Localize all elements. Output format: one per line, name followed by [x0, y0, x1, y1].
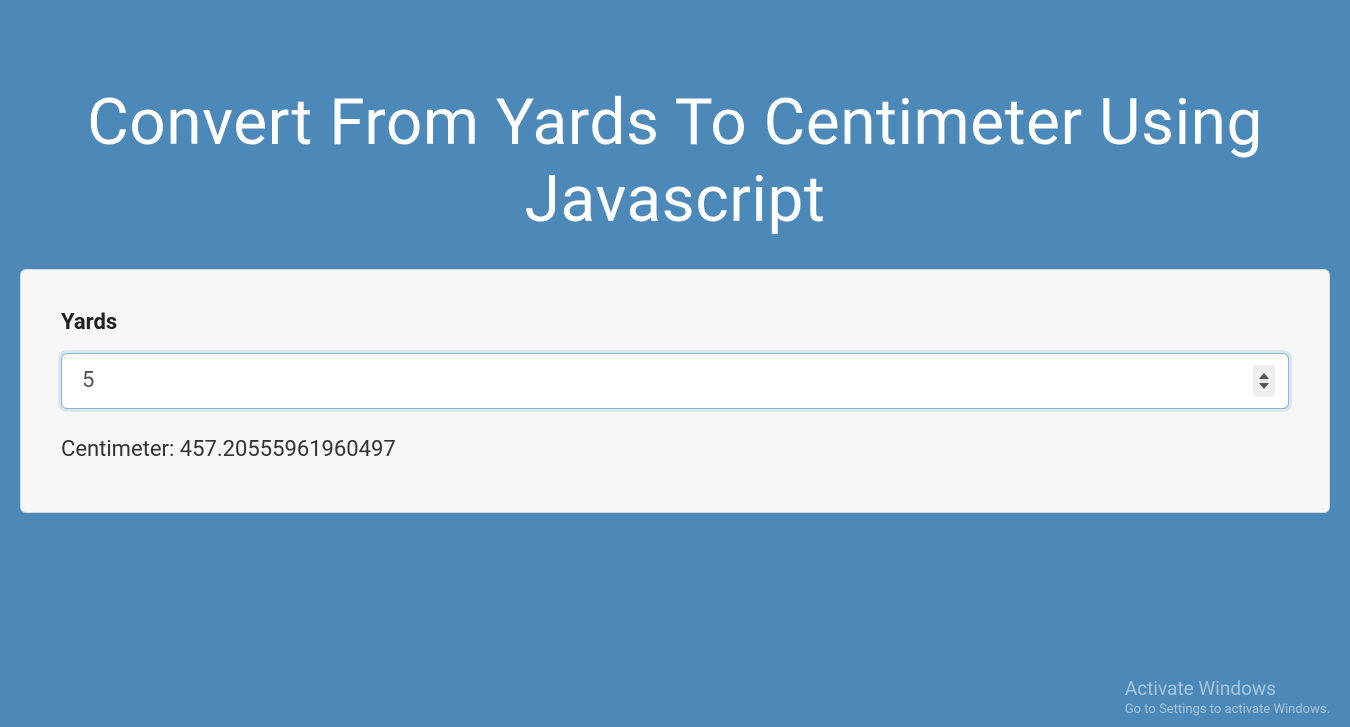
spinner-up-icon[interactable]	[1259, 373, 1269, 379]
spinner-down-icon[interactable]	[1259, 383, 1269, 389]
converter-card: Yards Centimeter: 457.20555961960497	[20, 269, 1330, 513]
yards-label: Yards	[61, 310, 1289, 335]
page-title: Convert From Yards To Centimeter Using J…	[20, 85, 1330, 239]
yards-input[interactable]	[61, 353, 1289, 409]
yards-input-wrapper	[61, 353, 1289, 409]
centimeter-result: Centimeter: 457.20555961960497	[61, 437, 1289, 462]
windows-watermark: Activate Windows Go to Settings to activ…	[1125, 677, 1330, 717]
watermark-subtitle: Go to Settings to activate Windows.	[1125, 702, 1330, 717]
watermark-title: Activate Windows	[1125, 677, 1330, 700]
number-spinner	[1253, 365, 1275, 397]
